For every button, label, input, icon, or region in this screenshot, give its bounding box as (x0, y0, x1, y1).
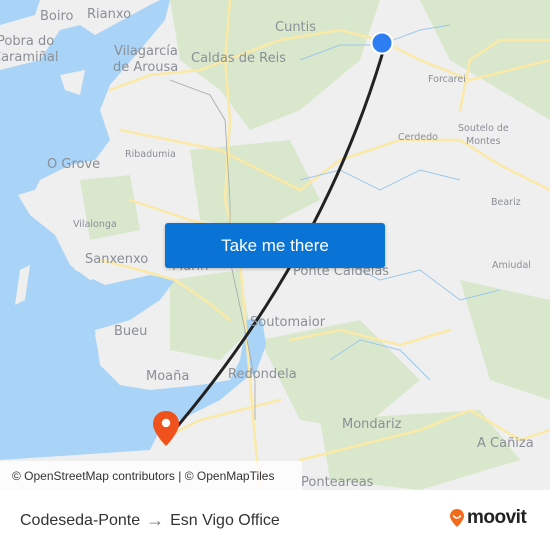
place-label: Vilalonga (73, 219, 117, 230)
moovit-pin-icon (450, 509, 464, 527)
place-label: Caldas de Reis (191, 51, 286, 66)
place-label: A Cañiza (477, 436, 534, 451)
place-label: Mondariz (342, 417, 402, 432)
place-label: Ribadumia (125, 149, 176, 160)
place-label: Pobra do (0, 34, 55, 49)
place-label: Moaña (146, 369, 190, 384)
place-label: Soutelo de (458, 123, 509, 134)
place-label: Caramiñal (0, 50, 59, 65)
place-label: Amiudal (492, 260, 531, 271)
place-label: Soutomaior (250, 315, 326, 330)
place-label: Sanxenxo (85, 252, 149, 267)
arrow-right-icon: → (146, 510, 165, 530)
place-label: de Arousa (113, 60, 179, 75)
take-me-there-label: Take me there (221, 235, 329, 255)
attribution-text: © OpenStreetMap contributors | © OpenMap… (12, 468, 275, 483)
place-label: Cuntis (275, 20, 317, 35)
place-label: Montes (466, 136, 501, 147)
origin-name: Codeseda-Ponte (20, 511, 141, 529)
take-me-there-button[interactable]: Take me there (165, 223, 385, 268)
place-label: O Grove (47, 157, 101, 172)
place-label: Ponteareas (301, 475, 374, 490)
place-label: Rianxo (87, 7, 132, 22)
origin-marker-icon[interactable] (370, 31, 394, 55)
route-title: Codeseda-Ponte → Esn Vigo Office (20, 510, 280, 531)
destination-pin-icon[interactable] (151, 410, 181, 448)
place-label: Bueu (114, 324, 148, 339)
destination-name: Esn Vigo Office (170, 511, 280, 529)
place-label: Forcarei (428, 74, 466, 85)
place-label: Cerdedo (398, 132, 438, 143)
map-attribution: © OpenStreetMap contributors | © OpenMap… (0, 461, 302, 490)
place-label: Redondela (228, 367, 297, 382)
moovit-logo[interactable]: moovit (449, 507, 527, 529)
place-label: Vilagarcía (114, 44, 178, 59)
moovit-wordmark: moovit (467, 507, 527, 528)
map[interactable]: Boiro Rianxo Pobra doCaramiñal Vilagarcíade… (0, 0, 550, 490)
place-label: Boiro (40, 9, 74, 24)
place-label: Beariz (491, 197, 521, 208)
